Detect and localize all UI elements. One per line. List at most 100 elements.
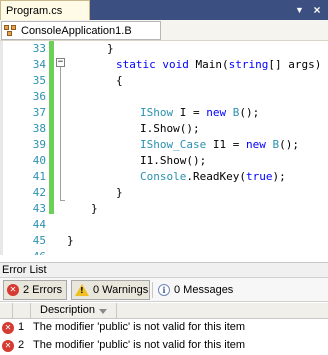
close-tab-icon[interactable]: ×: [308, 0, 326, 20]
code-token: ();: [279, 138, 299, 151]
code-line[interactable]: 44: [0, 217, 328, 233]
code-text: }: [67, 233, 74, 249]
type-token: IShow: [140, 106, 174, 119]
error-icon: ✕: [7, 284, 19, 296]
type-token: Console: [140, 170, 187, 183]
warnings-filter-button[interactable]: ! 0 Warnings: [71, 280, 150, 300]
code-text: IShow_Case I1 = new B();: [140, 137, 299, 153]
line-number: 35: [32, 74, 46, 87]
column-divider: [30, 303, 31, 319]
code-line[interactable]: 37 IShow I = new B();: [0, 105, 328, 121]
error-icon: ✕: [2, 322, 14, 334]
code-text: {: [116, 73, 123, 89]
code-line[interactable]: 39 IShow_Case I1 = new B();: [0, 137, 328, 153]
keyword-token: true: [245, 170, 273, 183]
code-token: }: [107, 42, 114, 55]
code-line[interactable]: 42}: [0, 185, 328, 201]
code-line[interactable]: 34 static void Main(string[] args): [0, 57, 328, 73]
sort-arrow-icon[interactable]: [99, 309, 107, 314]
type-token: IShow_Case: [140, 138, 207, 151]
code-token: }: [91, 202, 98, 215]
keyword-token: string: [228, 58, 269, 71]
code-token: I1.Show();: [140, 154, 207, 167]
line-number: 46: [22, 249, 46, 255]
keyword-token: new: [245, 138, 266, 151]
error-row[interactable]: ✕ 2 The modifier 'public' is not valid f…: [0, 337, 328, 354]
messages-filter-label: 0 Messages: [174, 284, 234, 296]
code-editor[interactable]: 33} 34 static void Main(string[] args) 35{3…: [0, 41, 328, 255]
line-number: 34: [32, 58, 46, 71]
toolbar-separator: [152, 282, 153, 298]
error-description: The modifier 'public' is not valid for t…: [33, 321, 246, 333]
messages-filter-button[interactable]: i 0 Messages: [155, 280, 245, 300]
line-number: 42: [32, 186, 46, 199]
errors-filter-button[interactable]: ✕ 2 Errors: [3, 280, 67, 300]
code-line[interactable]: 46: [0, 249, 328, 255]
code-text: Console.ReadKey(true);: [140, 169, 286, 185]
keyword-token: void: [162, 58, 189, 71]
description-column-header[interactable]: Description: [40, 304, 95, 316]
column-divider: [116, 303, 117, 319]
code-text: }: [91, 201, 98, 217]
code-token: .ReadKey(: [186, 170, 246, 183]
warning-icon: !: [75, 284, 89, 296]
code-line[interactable]: 40 I1.Show();: [0, 153, 328, 169]
type-selector-value: ConsoleApplication1.B: [21, 24, 132, 37]
code-text: static void Main(string[] args): [116, 57, 321, 73]
code-text: }: [116, 185, 123, 201]
outline-guide: [60, 67, 61, 200]
code-line[interactable]: 33}: [0, 41, 328, 57]
keyword-token: static: [116, 58, 156, 71]
code-line[interactable]: 43}: [0, 201, 328, 217]
errors-filter-label: 2 Errors: [23, 284, 63, 296]
code-token: I.Show();: [140, 122, 200, 135]
error-icon: ✕: [2, 340, 14, 352]
code-token: }: [67, 234, 74, 247]
type-selector-dropdown[interactable]: ConsoleApplication1.B: [1, 21, 161, 40]
line-number: 40: [32, 154, 46, 167]
error-number: 2: [17, 339, 25, 351]
code-token: I =: [173, 106, 207, 119]
code-line[interactable]: 41 Console.ReadKey(true);: [0, 169, 328, 185]
error-row[interactable]: ✕ 1 The modifier 'public' is not valid f…: [0, 319, 328, 336]
code-text: IShow I = new B();: [140, 105, 259, 121]
outline-guide-end: [60, 200, 65, 201]
code-text: I1.Show();: [140, 153, 206, 169]
error-list-column-header: Description: [0, 303, 328, 319]
code-token: Main(: [188, 58, 229, 71]
line-number: 39: [32, 138, 46, 151]
error-description: The modifier 'public' is not valid for t…: [33, 339, 246, 351]
document-tab-strip: Program.cs ▼ ×: [0, 0, 328, 20]
keyword-token: new: [206, 106, 227, 119]
document-tab-title: Program.cs: [6, 4, 63, 17]
line-number: 44: [32, 218, 46, 231]
code-token: [] args): [268, 58, 322, 71]
warnings-filter-label: 0 Warnings: [93, 284, 149, 296]
code-text: }: [107, 41, 114, 57]
code-text: I.Show();: [140, 121, 200, 137]
code-token: ();: [239, 106, 260, 119]
line-number: 45: [32, 234, 46, 247]
code-line[interactable]: 36: [0, 89, 328, 105]
code-line[interactable]: 35 {: [0, 73, 328, 89]
error-list-title: Error List: [0, 262, 328, 278]
code-token: {: [116, 74, 123, 87]
code-line[interactable]: 38 I.Show();: [0, 121, 328, 137]
code-token: );: [272, 170, 286, 183]
line-number: 43: [32, 202, 46, 215]
line-number: 36: [32, 90, 46, 103]
line-number: 37: [32, 106, 46, 119]
collapse-toggle-icon[interactable]: −: [56, 58, 65, 67]
class-icon: [4, 24, 18, 37]
info-icon: i: [158, 284, 170, 296]
error-list-toolbar: ✕ 2 Errors ! 0 Warnings i 0 Messages: [0, 278, 328, 302]
code-token: }: [116, 186, 123, 199]
tab-list-dropdown-icon[interactable]: ▼: [291, 0, 308, 20]
code-line[interactable]: 45}: [0, 233, 328, 249]
document-tab-program-cs[interactable]: Program.cs: [0, 0, 90, 20]
column-divider: [12, 303, 13, 319]
line-number: 33: [32, 42, 46, 55]
error-number: 1: [17, 321, 25, 333]
line-number: 38: [32, 122, 46, 135]
